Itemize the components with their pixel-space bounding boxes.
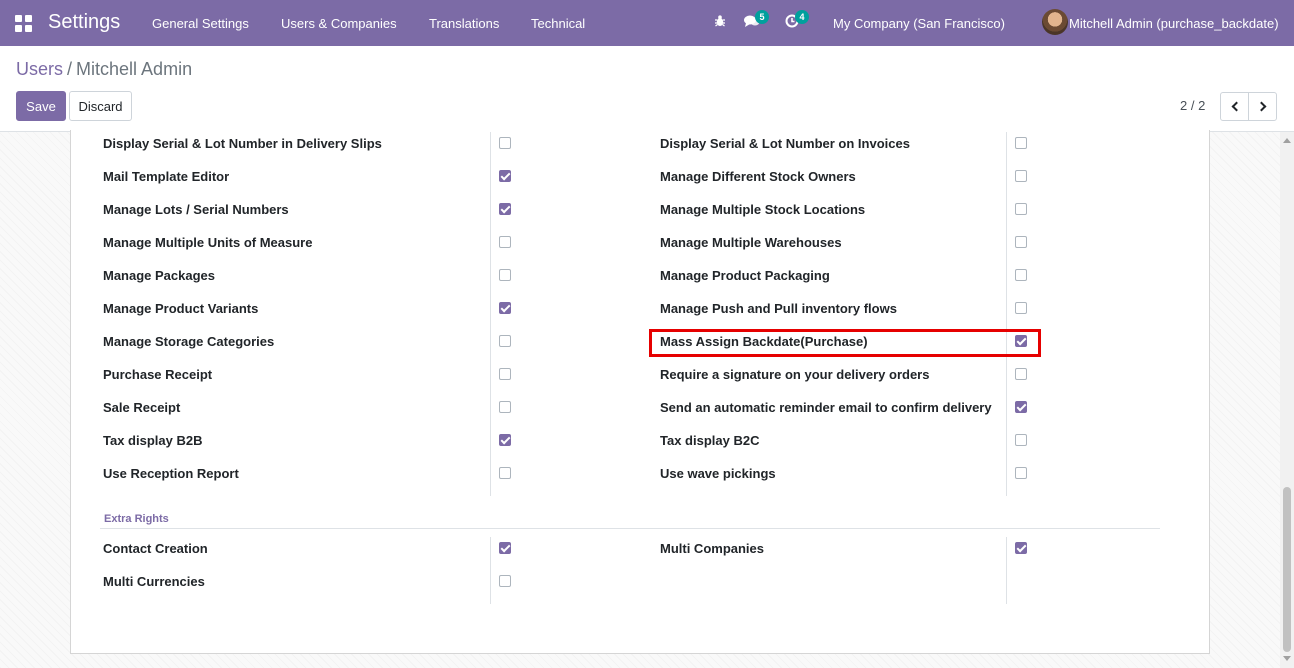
save-button[interactable]: Save [16,91,66,121]
checkbox-manage-product-packaging[interactable] [1015,269,1027,281]
checkbox-require-a-signature-on-your-delivery-orders[interactable] [1015,368,1027,380]
chat-icon[interactable]: 5 [743,10,769,32]
checkbox-display-serial-lot-number-on-invoices[interactable] [1015,137,1027,149]
checkbox-manage-multiple-stock-locations[interactable] [1015,203,1027,215]
breadcrumb: Users / Mitchell Admin [16,59,192,80]
right-label-multi-currencies: Multi Currencies [103,574,205,589]
checkbox-manage-multiple-units-of-measure[interactable] [499,236,511,248]
highlight-box [649,329,1041,357]
right-label-purchase-receipt: Purchase Receipt [103,367,213,382]
column-divider [490,132,491,496]
right-label-use-wave-pickings: Use wave pickings [660,466,776,481]
checkbox-tax-display-b2b[interactable] [499,434,511,446]
checkbox-manage-lots-serial-numbers[interactable] [499,203,511,215]
pager-previous-button[interactable] [1220,92,1249,121]
right-label-sale-receipt: Sale Receipt [103,400,181,415]
right-label-require-a-signature-on-your-delivery-orders: Require a signature on your delivery ord… [660,367,930,382]
menu-users-companies[interactable]: Users & Companies [281,16,397,31]
app-title[interactable]: Settings [48,11,120,34]
right-label-display-serial-lot-number-in-delivery-slips: Display Serial & Lot Number in Delivery … [103,136,382,151]
activity-badge: 4 [795,10,809,24]
right-label-manage-product-packaging: Manage Product Packaging [660,268,830,283]
apps-grid-icon[interactable] [15,15,32,32]
checkbox-use-wave-pickings[interactable] [1015,467,1027,479]
chevron-left-icon [1231,101,1241,112]
right-label-send-an-automatic-reminder-email-to-confirm-delivery: Send an automatic reminder email to conf… [660,400,992,415]
scrollbar[interactable] [1280,132,1294,668]
top-navbar: Settings General Settings Users & Compan… [0,0,1294,46]
checkbox-manage-different-stock-owners[interactable] [1015,170,1027,182]
control-panel: Users / Mitchell Admin Save Discard 2 / 2 [0,46,1294,132]
activity-clock-icon[interactable]: 4 [783,10,809,32]
pager-next-button[interactable] [1248,92,1277,121]
right-label-use-reception-report: Use Reception Report [103,466,239,481]
checkbox-use-reception-report[interactable] [499,467,511,479]
column-divider [1006,537,1007,604]
right-label-multi-companies: Multi Companies [660,541,765,556]
menu-translations[interactable]: Translations [429,16,499,31]
checkbox-multi-companies[interactable] [1015,542,1027,554]
company-switcher[interactable]: My Company (San Francisco) [833,16,1005,31]
right-label-manage-different-stock-owners: Manage Different Stock Owners [660,169,856,184]
checkbox-manage-product-variants[interactable] [499,302,511,314]
right-label-manage-lots-serial-numbers: Manage Lots / Serial Numbers [103,202,289,217]
menu-general-settings[interactable]: General Settings [152,16,249,31]
checkbox-send-an-automatic-reminder-email-to-confirm-delivery[interactable] [1015,401,1027,413]
right-label-manage-product-variants: Manage Product Variants [103,301,259,316]
extra-rights-title: Extra Rights [104,513,169,525]
checkbox-sale-receipt[interactable] [499,401,511,413]
checkbox-mail-template-editor[interactable] [499,170,511,182]
scroll-up-arrow-icon[interactable] [1283,138,1291,143]
checkbox-purchase-receipt[interactable] [499,368,511,380]
checkbox-display-serial-lot-number-in-delivery-slips[interactable] [499,137,511,149]
right-label-display-serial-lot-number-on-invoices: Display Serial & Lot Number on Invoices [660,136,910,151]
right-label-manage-multiple-units-of-measure: Manage Multiple Units of Measure [103,235,313,250]
checkbox-manage-packages[interactable] [499,269,511,281]
bug-icon[interactable] [711,14,729,32]
section-divider [100,528,1160,529]
column-divider [1006,132,1007,496]
right-label-mail-template-editor: Mail Template Editor [103,169,230,184]
pager-value: 2 / 2 [1180,98,1206,113]
checkbox-manage-storage-categories[interactable] [499,335,511,347]
column-divider [490,537,491,604]
right-label-manage-packages: Manage Packages [103,268,216,283]
checkbox-manage-multiple-warehouses[interactable] [1015,236,1027,248]
right-label-tax-display-b2b: Tax display B2B [103,433,203,448]
user-avatar[interactable] [1042,9,1068,35]
menu-technical[interactable]: Technical [531,16,585,31]
right-label-manage-push-and-pull-inventory-flows: Manage Push and Pull inventory flows [660,301,897,316]
checkbox-tax-display-b2c[interactable] [1015,434,1027,446]
breadcrumb-separator: / [67,59,73,79]
right-label-manage-storage-categories: Manage Storage Categories [103,334,275,349]
right-label-manage-multiple-stock-locations: Manage Multiple Stock Locations [660,202,866,217]
breadcrumb-current: Mitchell Admin [76,59,193,79]
right-label-contact-creation: Contact Creation [103,541,208,556]
user-menu[interactable]: Mitchell Admin (purchase_backdate) [1069,16,1279,31]
checkbox-manage-push-and-pull-inventory-flows[interactable] [1015,302,1027,314]
right-label-tax-display-b2c: Tax display B2C [660,433,760,448]
scroll-down-arrow-icon[interactable] [1283,656,1291,661]
discard-button[interactable]: Discard [69,91,132,121]
chevron-right-icon [1256,101,1266,112]
checkbox-multi-currencies[interactable] [499,575,511,587]
chat-badge: 5 [755,10,769,24]
right-label-manage-multiple-warehouses: Manage Multiple Warehouses [660,235,842,250]
checkbox-contact-creation[interactable] [499,542,511,554]
scroll-thumb[interactable] [1283,487,1291,652]
breadcrumb-users[interactable]: Users [16,59,63,79]
